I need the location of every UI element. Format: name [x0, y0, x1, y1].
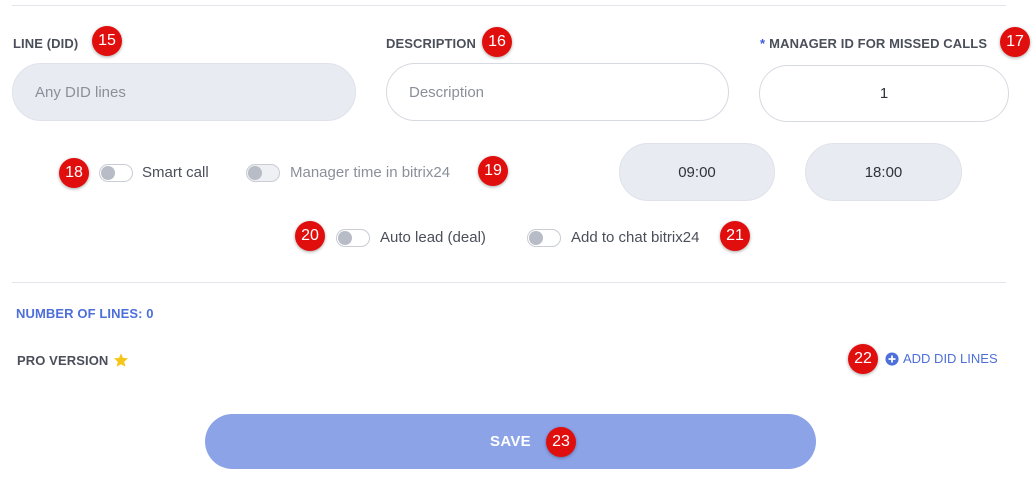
smart-call-toggle[interactable]: [99, 164, 133, 182]
annotation-marker-19: 19: [478, 156, 508, 186]
annotation-marker-21: 21: [720, 221, 750, 251]
manager-id-label: * MANAGER ID FOR MISSED CALLS: [760, 36, 988, 51]
line-did-input[interactable]: Any DID lines: [12, 63, 356, 121]
annotation-marker-16: 16: [482, 27, 512, 57]
annotation-marker-20: 20: [295, 221, 325, 251]
description-input[interactable]: Description: [386, 63, 729, 121]
add-to-chat-label: Add to chat bitrix24: [571, 229, 700, 246]
annotation-marker-17: 17: [1000, 27, 1030, 57]
save-button[interactable]: SAVE: [205, 414, 816, 469]
manager-time-label: Manager time in bitrix24: [290, 164, 451, 181]
auto-lead-label: Auto lead (deal): [380, 229, 486, 246]
pro-version-label: PRO VERSION: [17, 352, 109, 368]
description-label: DESCRIPTION: [386, 36, 476, 51]
manager-time-toggle[interactable]: [246, 164, 280, 182]
manager-id-input[interactable]: 1: [759, 65, 1009, 122]
annotation-marker-22: 22: [848, 344, 878, 374]
annotation-marker-15: 15: [92, 26, 122, 56]
end-time-input[interactable]: 18:00: [805, 143, 962, 201]
pro-version: PRO VERSION: [17, 352, 129, 368]
annotation-marker-18: 18: [59, 158, 89, 188]
number-of-lines-text: NUMBER OF LINES: 0: [16, 306, 154, 321]
add-to-chat-toggle[interactable]: [527, 229, 561, 247]
plus-circle-icon: [885, 351, 899, 366]
top-divider: [12, 5, 1006, 6]
auto-lead-toggle[interactable]: [336, 229, 370, 247]
star-icon: [114, 353, 129, 367]
smart-call-label: Smart call: [142, 164, 209, 181]
save-button-label: SAVE: [490, 433, 531, 450]
start-time-input[interactable]: 09:00: [619, 143, 775, 201]
add-did-lines-link[interactable]: ADD DID LINES: [885, 351, 998, 366]
required-mark: *: [760, 36, 766, 51]
line-did-label: LINE (DID): [13, 36, 79, 51]
middle-divider: [12, 282, 1006, 283]
add-did-lines-label: ADD DID LINES: [903, 351, 998, 366]
annotation-marker-23: 23: [546, 427, 576, 457]
